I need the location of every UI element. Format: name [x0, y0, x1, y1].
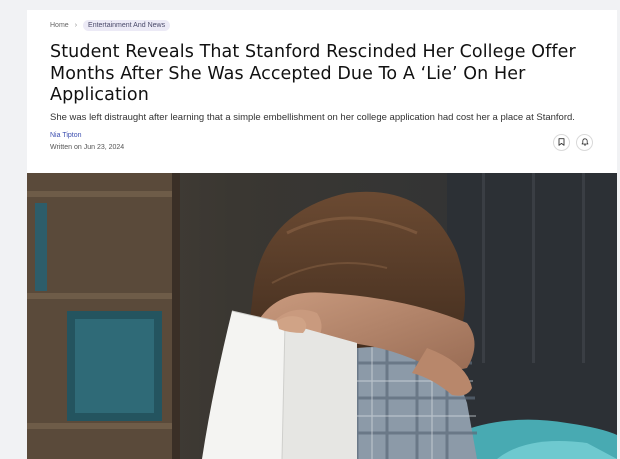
bookmark-icon: [558, 138, 565, 146]
article-actions: [553, 133, 593, 151]
breadcrumb-category[interactable]: Entertainment And News: [83, 20, 171, 31]
bookmark-button[interactable]: [553, 133, 570, 151]
breadcrumb-separator: ›: [74, 22, 78, 29]
page-title: Student Reveals That Stanford Rescinded …: [50, 42, 576, 105]
article-card: Home › Entertainment And News Student Re…: [27, 10, 617, 459]
author-link[interactable]: Nia Tipton: [50, 132, 593, 139]
notification-button[interactable]: [576, 133, 593, 151]
hero-image: [27, 173, 617, 459]
byline: Nia Tipton Written on Jun 23, 2024: [50, 132, 593, 151]
breadcrumb-home[interactable]: Home: [50, 22, 69, 29]
hero-photo-illustration: [27, 173, 617, 459]
article-subtitle: She was left distraught after learning t…: [50, 111, 575, 123]
publish-date: Written on Jun 23, 2024: [50, 143, 125, 151]
bell-icon: [581, 138, 588, 146]
article-header: Home › Entertainment And News Student Re…: [50, 20, 593, 151]
breadcrumb: Home › Entertainment And News: [50, 20, 593, 31]
